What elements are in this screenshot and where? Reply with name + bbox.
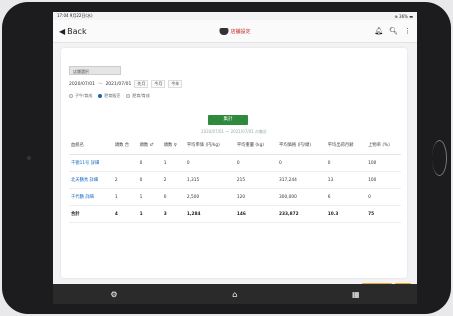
table-row: 千徳11号 詳細 0 1 0 0 0 0 100 <box>69 154 401 172</box>
radio-option-1[interactable]: 肥育販売 <box>98 93 120 99</box>
store-select[interactable]: 店舗選択 <box>69 66 121 75</box>
cell: 2 <box>112 171 138 189</box>
col-header: 平均価格 (円/頭) <box>277 136 326 155</box>
cell: 300,000 <box>277 188 326 206</box>
cell: 1 <box>112 188 138 206</box>
cell: 10.3 <box>325 205 367 223</box>
radio-option-0[interactable]: 子牛/育成 <box>69 93 92 99</box>
cell: 146 <box>234 205 278 223</box>
type-radio-group: 子牛/育成 肥育販売 肥育/育成 <box>69 93 150 99</box>
aggregate-button[interactable]: 集計 <box>208 115 248 125</box>
cell: 2 <box>161 171 185 189</box>
col-header: 平均出荷月齢 <box>325 136 367 155</box>
this-year-button[interactable]: 今年 <box>168 80 183 88</box>
chevron-left-icon: ◀ <box>59 26 66 36</box>
period-text: 2020/07/01 〜 2021/07/01 の集計 <box>201 129 267 134</box>
col-header: 平均単価 (円/kg) <box>184 136 235 155</box>
back-button[interactable]: ◀ Back <box>59 27 87 36</box>
more-icon[interactable]: ⋮ <box>404 27 411 35</box>
col-header: 頭数 ♀ <box>161 136 185 155</box>
row-name-link[interactable]: 千代鶴 詳細 <box>71 195 94 200</box>
date-to-input[interactable]: 2021/07/01 <box>105 82 131 87</box>
aggregate-label: 集計 <box>223 117 233 122</box>
cow-logo-icon <box>219 27 229 35</box>
cell: 1 <box>161 154 185 172</box>
radio-label: 肥育販売 <box>104 93 121 98</box>
cell: 1 <box>137 188 162 206</box>
total-row: 合計 4 1 3 1,284 146 233,872 10.3 75 <box>69 205 401 223</box>
date-from-input[interactable]: 2020/07/01 <box>69 82 95 87</box>
cell: 233,872 <box>277 205 326 223</box>
gear-icon[interactable]: ⚙ <box>110 290 117 299</box>
summary-table: 血統名 頭数 合 頭数 ♂ 頭数 ♀ 平均単価 (円/kg) 平均重量 (kg)… <box>69 136 401 223</box>
cell: 1 <box>137 205 162 223</box>
cell: 215 <box>234 171 278 189</box>
status-left: 17:04 9月22日(水) <box>57 13 93 18</box>
nav-actions: 🔔︎ 🔍︎ ⋮ <box>374 27 411 35</box>
cell: 合計 <box>69 205 113 223</box>
last-month-button[interactable]: 先月 <box>134 80 149 88</box>
cell: 6 <box>325 188 367 206</box>
table-row: 北天鶴秀 詳細 2 0 2 1,315 215 317,244 13 100 <box>69 171 401 189</box>
cell: 100 <box>366 171 401 189</box>
cell <box>112 154 138 172</box>
radio-icon <box>126 94 131 98</box>
nav-title-text: 店舗設定 <box>230 28 251 35</box>
side-edge <box>432 140 447 176</box>
table-header-row: 血統名 頭数 合 頭数 ♂ 頭数 ♀ 平均単価 (円/kg) 平均重量 (kg)… <box>69 136 401 155</box>
row-name-link[interactable]: 北天鶴秀 詳細 <box>71 178 98 183</box>
cell: 3 <box>161 205 185 223</box>
cell: 0 <box>325 154 367 172</box>
cell: 317,244 <box>277 171 326 189</box>
tab-bar: ⚙ ⌂ ▦ <box>53 284 417 304</box>
cell: 75 <box>366 205 401 223</box>
cell: 0 <box>277 154 326 172</box>
col-header: 上物率 (%) <box>366 136 401 155</box>
calendar-icon[interactable]: ▦ <box>352 290 360 299</box>
col-header: 血統名 <box>69 136 113 155</box>
radio-icon <box>69 94 73 98</box>
status-bar: 17:04 9月22日(水) ⊕ 36% ▬ <box>53 12 417 20</box>
cell: 2,500 <box>184 188 235 206</box>
cell: 0 <box>234 154 278 172</box>
cell: 0 <box>366 188 401 206</box>
report-card: 店舗選択 2020/07/01 〜 2021/07/01 先月 今月 今年 子牛… <box>61 48 411 293</box>
nav-bar: ◀ Back 店舗設定 🔔︎ 🔍︎ ⋮ <box>53 20 417 43</box>
search-icon[interactable]: 🔍︎ <box>389 27 398 35</box>
radio-label: 子牛/育成 <box>75 93 93 98</box>
radio-option-2[interactable]: 肥育/育成 <box>126 93 150 99</box>
cell: 0 <box>137 154 162 172</box>
cell: 120 <box>234 188 278 206</box>
status-right: ⊕ 36% ▬ <box>394 13 413 19</box>
back-label: Back <box>67 26 87 36</box>
bell-icon[interactable]: 🔔︎ <box>374 27 383 35</box>
date-separator: 〜 <box>97 82 103 87</box>
cell: 0 <box>161 188 185 206</box>
this-month-button[interactable]: 今月 <box>151 80 166 88</box>
col-header: 頭数 ♂ <box>137 136 162 155</box>
cell: 13 <box>325 171 367 189</box>
table-row: 千代鶴 詳細 1 1 0 2,500 120 300,000 6 0 <box>69 188 401 206</box>
app-screen: 17:04 9月22日(水) ⊕ 36% ▬ ◀ Back 店舗設定 🔔︎ 🔍︎… <box>53 12 417 304</box>
cell: 1,284 <box>184 205 235 223</box>
cell: 0 <box>184 154 235 172</box>
col-header: 頭数 合 <box>112 136 138 155</box>
cell: 4 <box>112 205 138 223</box>
cell: 100 <box>366 154 401 172</box>
cell: 0 <box>137 171 162 189</box>
nav-title: 店舗設定 <box>219 27 251 35</box>
date-range: 2020/07/01 〜 2021/07/01 先月 今月 今年 <box>69 80 183 88</box>
col-header: 平均重量 (kg) <box>234 136 278 155</box>
cell: 1,315 <box>184 171 235 189</box>
camera <box>27 156 31 160</box>
row-name-link[interactable]: 千徳11号 詳細 <box>71 161 99 166</box>
radio-selected-icon <box>98 94 103 98</box>
radio-label: 肥育/育成 <box>132 93 150 98</box>
home-icon[interactable]: ⌂ <box>232 290 237 299</box>
